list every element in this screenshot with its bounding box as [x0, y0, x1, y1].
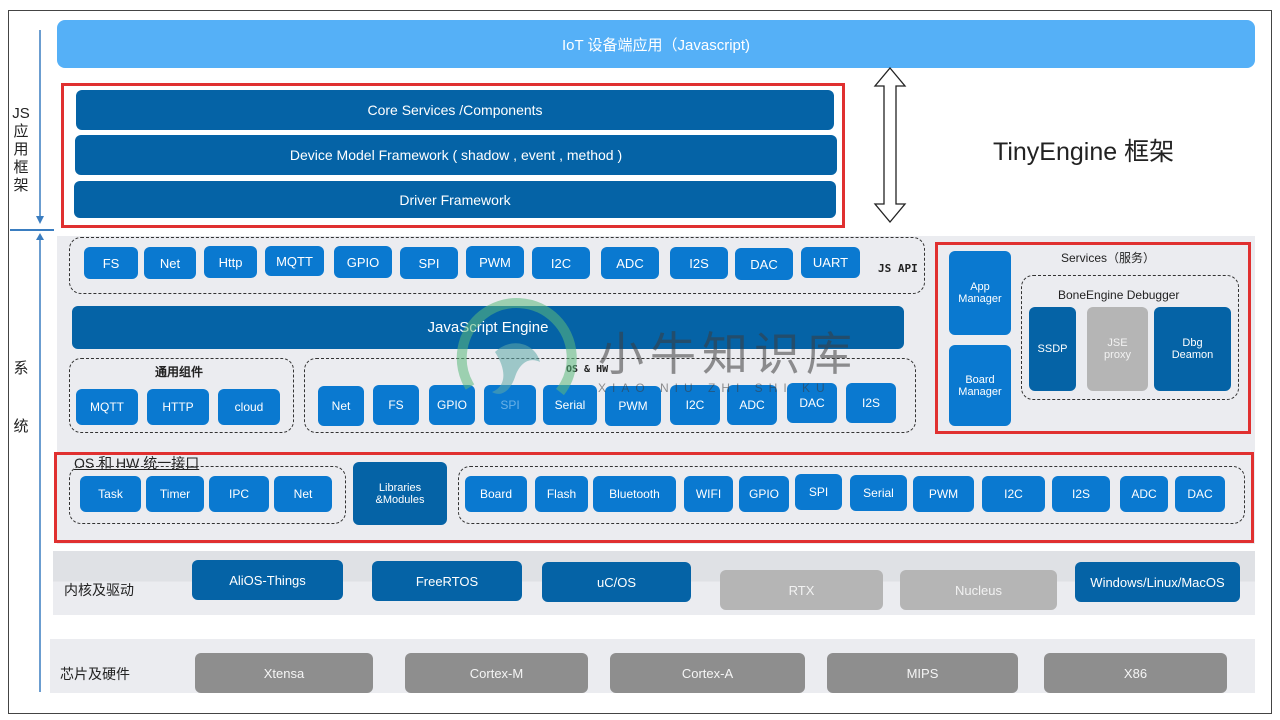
- hw-dac: DAC: [1175, 476, 1225, 512]
- js-api-pwm: PWM: [466, 246, 524, 278]
- hw-pwm: PWM: [913, 476, 974, 512]
- js-api-gpio: GPIO: [334, 246, 392, 278]
- side-arrows: [10, 30, 54, 692]
- js-api-fs: FS: [84, 247, 138, 279]
- core-services-layer: Core Services /Components: [76, 90, 834, 130]
- chip-xtensa: Xtensa: [195, 653, 373, 693]
- js-api-uart: UART: [801, 247, 860, 278]
- framework-title: TinyEngine 框架: [993, 138, 1175, 166]
- kernel-drivers-label: 内核及驱动: [64, 582, 134, 598]
- os-ipc: IPC: [209, 476, 269, 512]
- dbg-deamon: Dbg Deamon: [1154, 307, 1231, 391]
- hw-adc: ADC: [1120, 476, 1168, 512]
- ssdp: SSDP: [1029, 307, 1076, 391]
- os-hw-fs: FS: [373, 385, 419, 425]
- hw-i2c: I2C: [982, 476, 1045, 512]
- watermark-logo-icon: [456, 298, 577, 396]
- common-cloud: cloud: [218, 389, 280, 425]
- hw-board: Board: [465, 476, 527, 512]
- hw-spi: SPI: [795, 474, 842, 510]
- driver-framework-layer: Driver Framework: [74, 181, 836, 218]
- js-down-arrow-head: [36, 216, 44, 224]
- hw-flash: Flash: [535, 476, 588, 512]
- chip-x86: X86: [1044, 653, 1227, 693]
- os-net: Net: [274, 476, 332, 512]
- chip-mips: MIPS: [827, 653, 1018, 693]
- hw-bluetooth: Bluetooth: [593, 476, 676, 512]
- watermark-subtitle: XIAO NIU ZHI SHI KU: [598, 381, 831, 395]
- double-arrow-icon: [873, 66, 907, 224]
- services-title: Services（服务）: [1061, 251, 1156, 265]
- jse-proxy: JSE proxy: [1087, 307, 1148, 391]
- iot-app-layer: IoT 设备端应用（Javascript): [57, 20, 1255, 68]
- js-api-spi: SPI: [400, 247, 458, 279]
- kernel-rtx: RTX: [720, 570, 883, 610]
- chip-cortex-a: Cortex-A: [610, 653, 805, 693]
- js-api-i2s: I2S: [670, 247, 728, 279]
- kernel-windows-linux-macos: Windows/Linux/MacOS: [1075, 562, 1240, 602]
- watermark-title: 小牛知识库: [598, 328, 858, 380]
- js-api-http: Http: [204, 246, 257, 278]
- os-task: Task: [80, 476, 141, 512]
- os-hw-i2s: I2S: [846, 383, 896, 423]
- os-hw-net: Net: [318, 386, 364, 426]
- kernel-nucleus: Nucleus: [900, 570, 1057, 610]
- js-api-i2c: I2C: [532, 247, 590, 279]
- hw-gpio: GPIO: [739, 476, 789, 512]
- js-api-net: Net: [144, 247, 196, 279]
- kernel-ucos: uC/OS: [542, 562, 691, 602]
- hw-i2s: I2S: [1052, 476, 1110, 512]
- common-http: HTTP: [147, 389, 209, 425]
- js-api-label: JS API: [878, 262, 918, 275]
- board-manager: Board Manager: [949, 345, 1011, 426]
- js-api-adc: ADC: [601, 247, 659, 279]
- boneengine-debugger-title: BoneEngine Debugger: [1058, 288, 1180, 302]
- kernel-alios-things: AliOS-Things: [192, 560, 343, 600]
- libraries-modules: Libraries &Modules: [353, 462, 447, 525]
- common-components-title: 通用组件: [155, 365, 204, 379]
- system-up-arrow-head: [36, 233, 44, 240]
- chip-cortex-m: Cortex-M: [405, 653, 588, 693]
- chips-hardware-label: 芯片及硬件: [60, 666, 130, 682]
- os-timer: Timer: [146, 476, 204, 512]
- hw-serial: Serial: [850, 475, 907, 511]
- common-mqtt: MQTT: [76, 389, 138, 425]
- js-api-mqtt: MQTT: [265, 246, 324, 276]
- js-api-dac: DAC: [735, 248, 793, 280]
- app-manager: App Manager: [949, 251, 1011, 335]
- kernel-freertos: FreeRTOS: [372, 561, 522, 601]
- device-model-framework-layer: Device Model Framework ( shadow , event …: [75, 135, 837, 175]
- hw-wifi: WIFI: [684, 476, 733, 512]
